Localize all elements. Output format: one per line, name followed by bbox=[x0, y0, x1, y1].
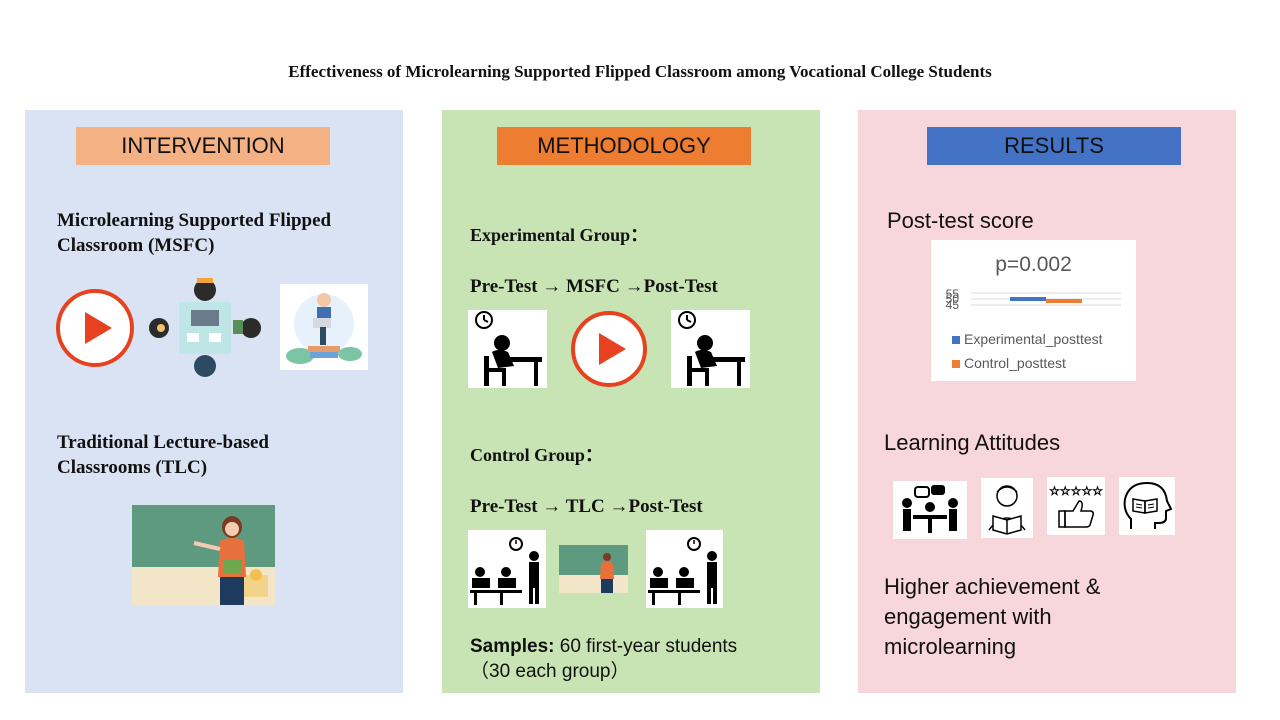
conclusion-text: Higher achievement & engagement with mic… bbox=[884, 572, 1229, 662]
chart-legend: Experimental_posttest Control_posttest bbox=[952, 327, 1103, 375]
posttest-chart: p=0.002 55 50 45 Experimental_posttest C… bbox=[931, 240, 1136, 381]
posttest-score-label: Post-test score bbox=[887, 208, 1034, 233]
control-flow: Pre-Test → TLC →Post-Test bbox=[470, 496, 703, 517]
poster-title: Effectiveness of Microlearning Supported… bbox=[288, 62, 992, 81]
experimental-flow: Pre-Test → MSFC →Post-Test bbox=[470, 276, 718, 297]
methodology-header: METHODOLOGY bbox=[497, 127, 751, 165]
methodology-panel: METHODOLOGY Experimental Group： Pre-Test… bbox=[442, 110, 820, 693]
conclusion-line1: Higher achievement & bbox=[884, 574, 1101, 599]
samples-info: Samples: 60 first-year students （30 each… bbox=[470, 634, 815, 684]
posttest-exam-room-icon bbox=[646, 530, 723, 608]
group-discussion-icon bbox=[147, 278, 263, 378]
legend-swatch-experimental bbox=[952, 336, 960, 344]
legend-item-experimental: Experimental_posttest bbox=[952, 327, 1103, 351]
learning-attitudes-label: Learning Attitudes bbox=[884, 430, 1061, 455]
teacher-classroom-image bbox=[132, 505, 275, 605]
msfc-heading: Microlearning Supported Flipped Classroo… bbox=[57, 208, 397, 258]
student-laptop-icon bbox=[280, 284, 368, 370]
tlc-heading-line1: Traditional Lecture-based bbox=[57, 432, 269, 453]
samples-text: 60 first-year students bbox=[554, 636, 738, 657]
star-rating-thumbs-up-icon: ☆☆☆☆☆ bbox=[1047, 477, 1105, 535]
legend-swatch-control bbox=[952, 360, 960, 368]
experimental-group-label: Experimental Group： bbox=[470, 225, 649, 245]
bar-control bbox=[1046, 299, 1082, 303]
msfc-heading-line2: Classroom (MSFC) bbox=[57, 235, 215, 256]
intervention-header: INTERVENTION bbox=[76, 127, 330, 165]
tick-label-45: 45 bbox=[946, 298, 960, 312]
conclusion-line3: microlearning bbox=[884, 634, 1017, 659]
results-panel: RESULTS Post-test score p=0.002 55 50 45… bbox=[858, 110, 1236, 693]
video-play-icon bbox=[55, 288, 135, 368]
msfc-play-icon bbox=[570, 310, 648, 388]
tlc-heading: Traditional Lecture-based Classrooms (TL… bbox=[57, 430, 397, 480]
msfc-heading-line1: Microlearning Supported Flipped bbox=[57, 210, 332, 231]
intervention-panel: INTERVENTION Microlearning Supported Fli… bbox=[25, 110, 403, 693]
pretest-exam-room-icon bbox=[468, 530, 546, 608]
control-group-label: Control Group： bbox=[470, 445, 603, 465]
conclusion-line2: engagement with bbox=[884, 604, 1052, 629]
samples-text-line2: （30 each group） bbox=[470, 661, 630, 682]
pretest-student-icon bbox=[468, 310, 547, 388]
discussion-group-icon bbox=[893, 481, 967, 539]
head-book-icon bbox=[1119, 477, 1175, 535]
bar-experimental bbox=[1010, 297, 1046, 301]
samples-label: Samples: bbox=[470, 636, 555, 657]
legend-item-control: Control_posttest bbox=[952, 351, 1103, 375]
posttest-student-icon bbox=[671, 310, 750, 388]
legend-label-experimental: Experimental_posttest bbox=[964, 331, 1103, 347]
results-header: RESULTS bbox=[927, 127, 1181, 165]
tlc-classroom-image bbox=[559, 545, 628, 593]
tlc-heading-line2: Classrooms (TLC) bbox=[57, 457, 208, 478]
svg-text:☆☆☆☆☆: ☆☆☆☆☆ bbox=[1049, 484, 1103, 498]
legend-label-control: Control_posttest bbox=[964, 355, 1066, 371]
reading-student-icon bbox=[981, 478, 1033, 538]
